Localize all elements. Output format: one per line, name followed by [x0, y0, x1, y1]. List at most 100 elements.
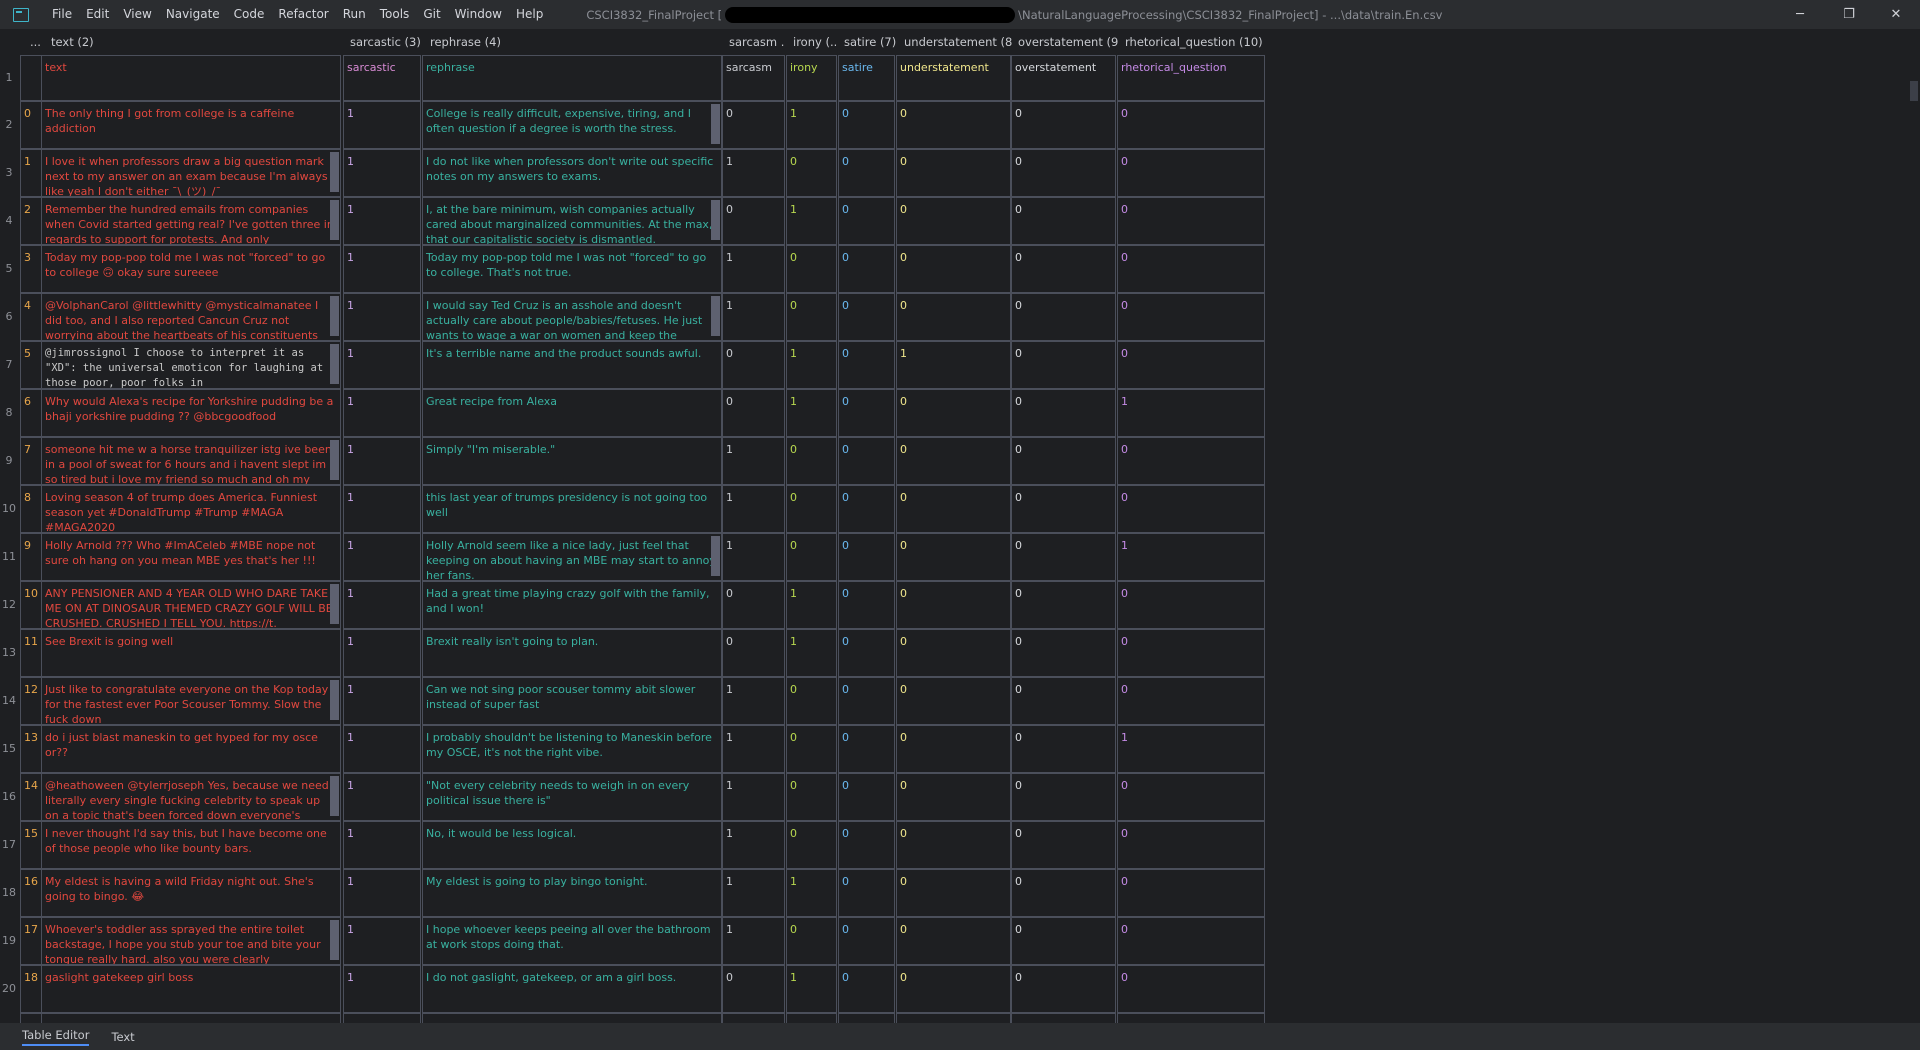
table-cell-rephrase[interactable]: No, it would be less logical.: [422, 821, 722, 869]
table-cell-overstatement[interactable]: 0: [1011, 437, 1116, 485]
table-cell-irony[interactable]: 1: [786, 629, 837, 677]
table-cell-sarcastic[interactable]: 1: [343, 341, 421, 389]
index-cell[interactable]: 5: [20, 341, 42, 389]
table-cell-text[interactable]: I love it when professors draw a big que…: [41, 149, 341, 197]
table-cell-understatement[interactable]: 0: [896, 437, 1011, 485]
table-cell-sarcastic[interactable]: 1: [343, 773, 421, 821]
table-cell-understatement[interactable]: 0: [896, 821, 1011, 869]
minimize-button[interactable]: ─: [1777, 0, 1823, 29]
table-cell-irony[interactable]: 0: [786, 485, 837, 533]
table-cell-sarcasm[interactable]: 1: [722, 485, 785, 533]
table-cell-sarcastic[interactable]: 1: [343, 725, 421, 773]
header-cell-overstatement[interactable]: overstatement: [1011, 55, 1116, 101]
tab-table-editor[interactable]: Table Editor: [22, 1028, 90, 1046]
table-cell-sarcasm[interactable]: 1: [722, 725, 785, 773]
table-cell-understatement[interactable]: 0: [896, 629, 1011, 677]
table-cell-rhetorical-question[interactable]: 0: [1117, 965, 1265, 1013]
table-cell-irony[interactable]: 1: [786, 581, 837, 629]
table-cell-text[interactable]: My eldest is having a wild Friday night …: [41, 869, 341, 917]
close-window-button[interactable]: ✕: [1873, 0, 1919, 29]
table-cell-rhetorical-question[interactable]: 0: [1117, 773, 1265, 821]
table-cell-satire[interactable]: 0: [838, 677, 895, 725]
table-cell-sarcasm[interactable]: 1: [722, 437, 785, 485]
table-cell-sarcasm[interactable]: 1: [722, 773, 785, 821]
index-cell[interactable]: 2: [20, 197, 42, 245]
index-cell[interactable]: 14: [20, 773, 42, 821]
table-cell-satire[interactable]: 0: [838, 869, 895, 917]
menu-run[interactable]: Run: [336, 0, 373, 29]
table-cell-sarcasm[interactable]: 1: [722, 245, 785, 293]
header-cell-rhetorical-question[interactable]: rhetorical_question: [1117, 55, 1265, 101]
table-cell-irony[interactable]: [786, 1013, 837, 1023]
table-cell-understatement[interactable]: 0: [896, 581, 1011, 629]
table-cell-sarcastic[interactable]: 1: [343, 485, 421, 533]
table-cell-overstatement[interactable]: 0: [1011, 533, 1116, 581]
table-cell-overstatement[interactable]: 0: [1011, 965, 1116, 1013]
table-cell-sarcastic[interactable]: [343, 1013, 421, 1023]
menu-help[interactable]: Help: [509, 0, 550, 29]
table-cell-sarcastic[interactable]: 1: [343, 869, 421, 917]
table-cell-satire[interactable]: 0: [838, 533, 895, 581]
table-cell-rhetorical-question[interactable]: 0: [1117, 101, 1265, 149]
row-number[interactable]: 8: [0, 389, 18, 437]
table-cell-text[interactable]: Holly Arnold ??? Who #ImACeleb #MBE nope…: [41, 533, 341, 581]
menu-navigate[interactable]: Navigate: [159, 0, 227, 29]
table-cell-rephrase[interactable]: "Not every celebrity needs to weigh in o…: [422, 773, 722, 821]
table-cell-sarcasm[interactable]: 1: [722, 293, 785, 341]
table-cell-rephrase[interactable]: I, at the bare minimum, wish companies a…: [422, 197, 722, 245]
table-cell-rhetorical-question[interactable]: 0: [1117, 245, 1265, 293]
index-cell[interactable]: 0: [20, 101, 42, 149]
table-cell-irony[interactable]: 0: [786, 245, 837, 293]
table-cell-text[interactable]: @heathoween @tylerrjoseph Yes, because w…: [41, 773, 341, 821]
table-cell-sarcastic[interactable]: 1: [343, 389, 421, 437]
table-cell-overstatement[interactable]: 0: [1011, 821, 1116, 869]
table-editor-grid[interactable]: ... text (2) sarcastic (3) rephrase (4) …: [0, 29, 1920, 1023]
table-cell-irony[interactable]: 1: [786, 101, 837, 149]
table-cell-rephrase[interactable]: College is really difficult, expensive, …: [422, 101, 722, 149]
table-cell-sarcastic[interactable]: 1: [343, 533, 421, 581]
table-cell-rhetorical-question[interactable]: 0: [1117, 677, 1265, 725]
table-cell-satire[interactable]: 0: [838, 245, 895, 293]
table-cell-sarcasm[interactable]: 0: [722, 581, 785, 629]
row-number[interactable]: 10: [0, 485, 18, 533]
table-cell-satire[interactable]: 0: [838, 725, 895, 773]
table-cell-satire[interactable]: 0: [838, 821, 895, 869]
table-cell-overstatement[interactable]: 0: [1011, 389, 1116, 437]
table-cell-text[interactable]: Just like to congratulate everyone on th…: [41, 677, 341, 725]
table-cell-irony[interactable]: 0: [786, 821, 837, 869]
table-cell-understatement[interactable]: 0: [896, 773, 1011, 821]
row-number[interactable]: 5: [0, 245, 18, 293]
table-cell-text[interactable]: Today my pop-pop told me I was not "forc…: [41, 245, 341, 293]
menu-git[interactable]: Git: [416, 0, 447, 29]
row-number[interactable]: 16: [0, 773, 18, 821]
index-cell[interactable]: 11: [20, 629, 42, 677]
table-cell-overstatement[interactable]: 0: [1011, 245, 1116, 293]
table-cell-overstatement[interactable]: 0: [1011, 341, 1116, 389]
table-cell-satire[interactable]: 0: [838, 149, 895, 197]
table-cell-sarcastic[interactable]: 1: [343, 149, 421, 197]
col-header-sarcasm[interactable]: sarcasm ...: [723, 29, 784, 55]
table-cell-text[interactable]: Whoever's toddler ass sprayed the entire…: [41, 917, 341, 965]
table-cell-sarcastic[interactable]: 1: [343, 581, 421, 629]
col-header-rhetorical-question[interactable]: rhetorical_question (10): [1119, 29, 1269, 55]
table-cell-overstatement[interactable]: 0: [1011, 629, 1116, 677]
table-cell-understatement[interactable]: 0: [896, 869, 1011, 917]
table-cell-overstatement[interactable]: 0: [1011, 485, 1116, 533]
table-cell-satire[interactable]: 0: [838, 485, 895, 533]
table-cell-rephrase[interactable]: Simply "I'm miserable.": [422, 437, 722, 485]
menu-window[interactable]: Window: [448, 0, 509, 29]
table-cell-understatement[interactable]: 1: [896, 341, 1011, 389]
table-cell-rhetorical-question[interactable]: 0: [1117, 197, 1265, 245]
table-cell-sarcasm[interactable]: 1: [722, 149, 785, 197]
table-cell-text[interactable]: See Brexit is going well: [41, 629, 341, 677]
table-cell-understatement[interactable]: 0: [896, 197, 1011, 245]
table-cell-overstatement[interactable]: 0: [1011, 773, 1116, 821]
table-cell-sarcasm[interactable]: 0: [722, 389, 785, 437]
restore-button[interactable]: ❐: [1826, 0, 1872, 29]
table-cell-irony[interactable]: 0: [786, 293, 837, 341]
table-cell-rephrase[interactable]: Today my pop-pop told me I was not "forc…: [422, 245, 722, 293]
table-cell-irony[interactable]: 0: [786, 773, 837, 821]
table-cell-understatement[interactable]: 0: [896, 677, 1011, 725]
table-cell-irony[interactable]: 1: [786, 341, 837, 389]
table-cell-irony[interactable]: 1: [786, 389, 837, 437]
